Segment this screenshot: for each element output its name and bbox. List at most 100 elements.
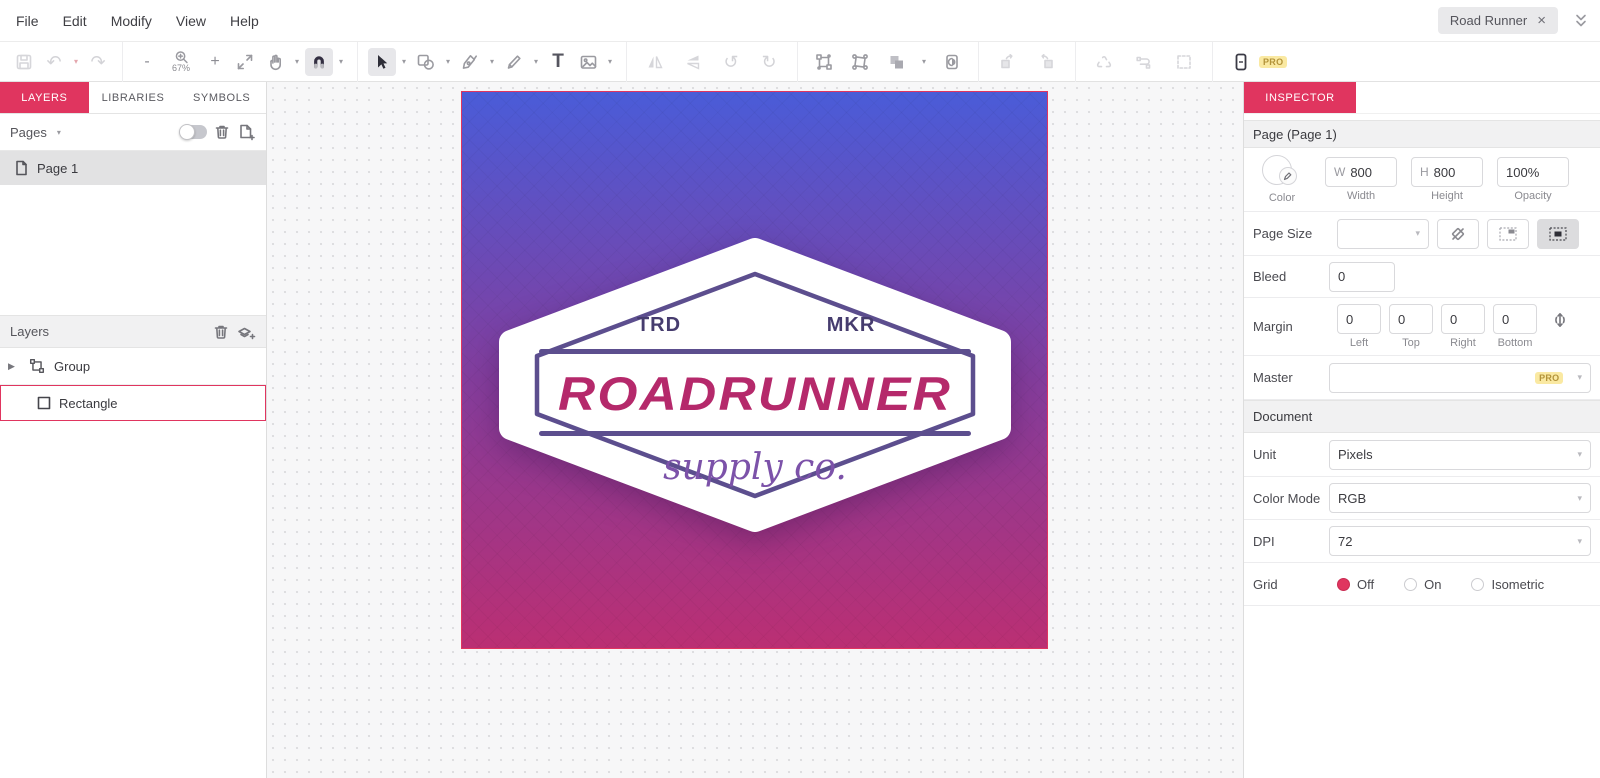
- collapse-panels-icon[interactable]: [1572, 12, 1590, 30]
- bleed-input[interactable]: [1338, 269, 1386, 284]
- menu-help[interactable]: Help: [230, 13, 259, 29]
- rotate-cw-button[interactable]: ↻: [755, 48, 783, 76]
- ungroup-button[interactable]: [846, 48, 874, 76]
- delete-page-icon[interactable]: [213, 123, 231, 141]
- toolbar-preview-group: PRO: [1213, 42, 1301, 82]
- margin-bottom-caption: Bottom: [1498, 337, 1533, 349]
- arrange-order-button[interactable]: [882, 48, 910, 76]
- select-caret-icon: ▾: [1571, 493, 1582, 504]
- snap-tool-button[interactable]: [305, 48, 333, 76]
- anchor-top-right-button[interactable]: [1487, 219, 1529, 249]
- dpi-select[interactable]: 72 ▾: [1329, 526, 1591, 556]
- preview-pro-badge: PRO: [1259, 56, 1287, 68]
- text-tool-button[interactable]: T: [544, 48, 572, 76]
- margin-right-caption: Right: [1450, 337, 1476, 349]
- grid-off-option[interactable]: Off: [1337, 577, 1374, 592]
- page-size-select[interactable]: ▾: [1337, 219, 1429, 249]
- margin-left-input[interactable]: [1346, 312, 1372, 327]
- page-width-input[interactable]: [1350, 165, 1388, 180]
- add-layer-icon[interactable]: [236, 323, 256, 341]
- pointer-tool-caret-icon[interactable]: ▾: [398, 57, 410, 66]
- pen-tool-button[interactable]: [456, 48, 484, 76]
- path-operations-button[interactable]: [1090, 48, 1118, 76]
- close-document-icon[interactable]: ×: [1537, 13, 1546, 28]
- pointer-tool-button[interactable]: [368, 48, 396, 76]
- zoom-out-button[interactable]: -: [133, 48, 161, 76]
- marquee-select-button[interactable]: [1170, 48, 1198, 76]
- color-mode-select[interactable]: RGB ▾: [1329, 483, 1591, 513]
- zoom-level-button[interactable]: 67%: [163, 45, 199, 79]
- menu-modify[interactable]: Modify: [111, 13, 152, 29]
- image-tool-button[interactable]: [574, 48, 602, 76]
- knife-tool-button[interactable]: [500, 48, 528, 76]
- image-tool-caret-icon[interactable]: ▾: [604, 57, 616, 66]
- anchor-center-button[interactable]: [1537, 219, 1579, 249]
- snap-tool-caret-icon[interactable]: ▾: [335, 57, 347, 66]
- redo-button[interactable]: ↷: [84, 48, 112, 76]
- unit-select[interactable]: Pixels ▾: [1329, 440, 1591, 470]
- master-row: Master PRO ▾: [1244, 356, 1600, 400]
- pan-tool-button[interactable]: [261, 48, 289, 76]
- tab-symbols[interactable]: SYMBOLS: [177, 82, 266, 113]
- toolbar-path-group: [1076, 42, 1213, 82]
- mobile-preview-button[interactable]: [1227, 48, 1255, 76]
- tab-layers[interactable]: LAYERS: [0, 82, 89, 113]
- flip-vertical-button[interactable]: [679, 48, 707, 76]
- margin-top-input[interactable]: [1398, 312, 1424, 327]
- knife-tool-caret-icon[interactable]: ▾: [530, 57, 542, 66]
- mask-button[interactable]: [938, 48, 966, 76]
- page-list-item[interactable]: Page 1: [0, 151, 266, 185]
- margin-bottom-input[interactable]: [1502, 312, 1528, 327]
- menu-edit[interactable]: Edit: [63, 13, 87, 29]
- page-height-input[interactable]: [1434, 165, 1474, 180]
- save-button[interactable]: [10, 48, 38, 76]
- bleed-label: Bleed: [1253, 269, 1329, 284]
- grid-isometric-option[interactable]: Isometric: [1471, 577, 1544, 592]
- arrange-order-icon: [886, 52, 906, 72]
- pen-icon: [460, 52, 480, 72]
- pen-tool-caret-icon[interactable]: ▾: [486, 57, 498, 66]
- artboard-page-1[interactable]: TRD MKR ROADRUNNER supply co.: [461, 91, 1048, 649]
- zoom-to-fit-button[interactable]: [231, 48, 259, 76]
- layer-item-rectangle[interactable]: Rectangle: [0, 385, 266, 421]
- add-page-icon[interactable]: [237, 123, 256, 141]
- menu-view[interactable]: View: [176, 13, 206, 29]
- roadrunner-badge[interactable]: TRD MKR ROADRUNNER supply co.: [499, 238, 1011, 532]
- layers-header-label: Layers: [10, 324, 49, 339]
- page-opacity-input[interactable]: [1506, 165, 1560, 180]
- layer-item-group[interactable]: ▶ Group: [0, 348, 266, 385]
- sync-margins-icon[interactable]: [1551, 310, 1569, 330]
- menu-bar: File Edit Modify View Help Road Runner ×: [0, 0, 1600, 42]
- pages-toggle[interactable]: [180, 125, 207, 139]
- path-operations-icon: [1094, 52, 1114, 72]
- margin-right-input[interactable]: [1450, 312, 1476, 327]
- connector-button[interactable]: [1130, 48, 1158, 76]
- bring-forward-button[interactable]: [993, 48, 1021, 76]
- delete-layer-icon[interactable]: [212, 323, 230, 341]
- pages-collapse-icon[interactable]: ▾: [53, 128, 65, 137]
- grid-on-option[interactable]: On: [1404, 577, 1441, 592]
- page-orientation-button[interactable]: [1437, 219, 1479, 249]
- undo-history-caret-icon[interactable]: ▾: [70, 57, 82, 66]
- zoom-in-button[interactable]: +: [201, 48, 229, 76]
- rotate-ccw-button[interactable]: ↺: [717, 48, 745, 76]
- pan-tool-caret-icon[interactable]: ▾: [291, 57, 303, 66]
- master-select[interactable]: PRO ▾: [1329, 363, 1591, 393]
- document-tab[interactable]: Road Runner ×: [1438, 7, 1558, 34]
- flip-horizontal-button[interactable]: [641, 48, 669, 76]
- arrange-order-caret-icon[interactable]: ▾: [918, 57, 930, 66]
- menu-file[interactable]: File: [16, 13, 39, 29]
- canvas-area[interactable]: TRD MKR ROADRUNNER supply co.: [267, 82, 1243, 778]
- undo-button[interactable]: ↶: [40, 48, 68, 76]
- page-color-well[interactable]: [1262, 155, 1302, 189]
- radio-icon: [1404, 578, 1417, 591]
- page-appearance-row: Color W Width H Height Opac: [1244, 148, 1600, 212]
- shape-tool-caret-icon[interactable]: ▾: [442, 57, 454, 66]
- tab-inspector[interactable]: INSPECTOR: [1244, 82, 1356, 113]
- shape-tool-button[interactable]: [412, 48, 440, 76]
- tab-libraries[interactable]: LIBRARIES: [89, 82, 178, 113]
- group-button[interactable]: [810, 48, 838, 76]
- group-expand-icon[interactable]: ▶: [8, 361, 20, 372]
- send-backward-button[interactable]: [1033, 48, 1061, 76]
- main-menu: File Edit Modify View Help: [0, 13, 259, 29]
